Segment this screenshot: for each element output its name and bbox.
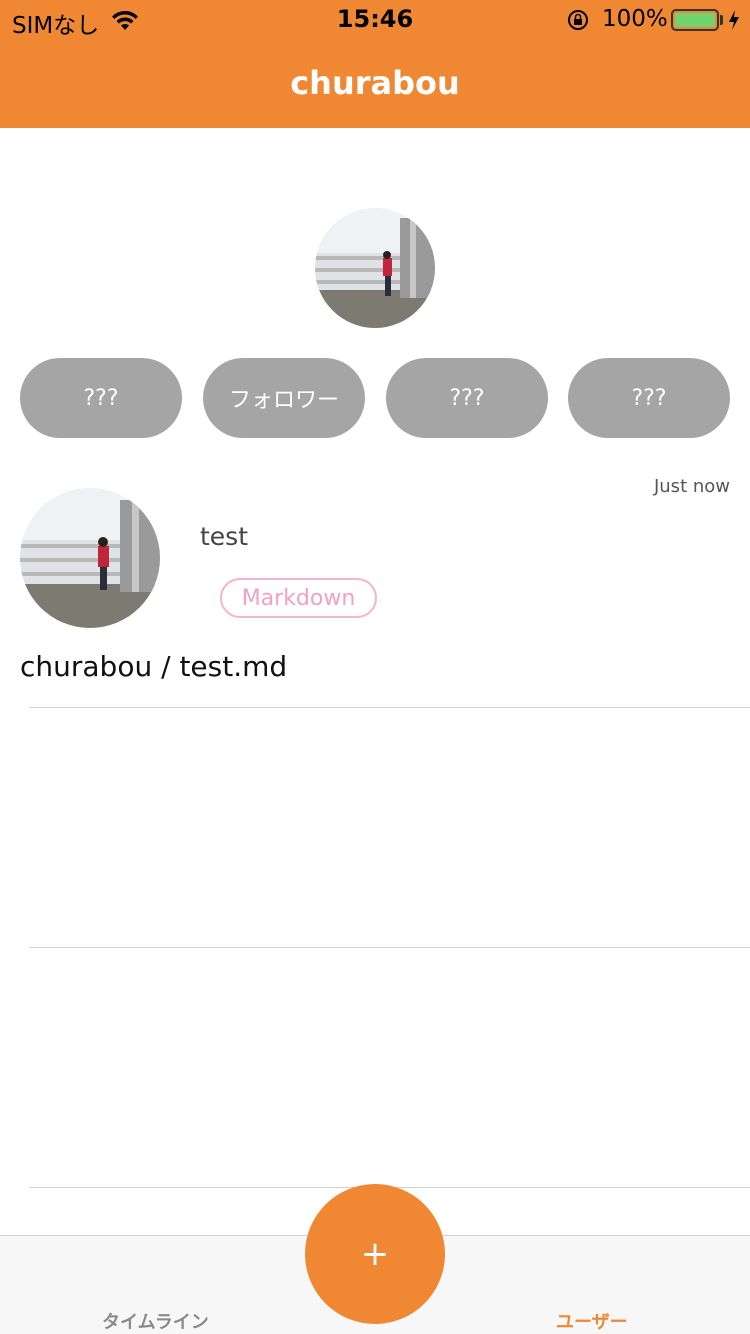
language-tag: Markdown bbox=[220, 578, 377, 618]
row-divider bbox=[30, 947, 750, 948]
tab-timeline[interactable]: タイムライン bbox=[102, 1308, 209, 1334]
stat-button-3[interactable]: ??? bbox=[386, 358, 548, 438]
plus-icon: + bbox=[360, 1234, 390, 1274]
avatar-photo bbox=[20, 488, 160, 628]
avatar-photo bbox=[315, 208, 435, 328]
tab-user[interactable]: ユーザー bbox=[556, 1308, 628, 1334]
post-file-path[interactable]: churabou / test.md bbox=[20, 650, 287, 683]
nav-header: SIMなし 15:46 100% churabou bbox=[0, 0, 750, 128]
page-title: churabou bbox=[290, 64, 460, 102]
post-avatar[interactable] bbox=[20, 488, 160, 628]
row-divider bbox=[30, 707, 750, 708]
stat-button-4[interactable]: ??? bbox=[568, 358, 730, 438]
battery-tip bbox=[720, 15, 723, 25]
charging-bolt-icon bbox=[729, 10, 739, 30]
post-title[interactable]: test bbox=[200, 522, 248, 551]
post-timestamp: Just now bbox=[653, 476, 730, 497]
battery-icon bbox=[671, 9, 719, 31]
add-post-button[interactable]: + bbox=[305, 1184, 445, 1324]
followers-button[interactable]: フォロワー bbox=[203, 358, 365, 438]
status-bar: SIMなし 15:46 100% bbox=[0, 0, 750, 40]
stat-button-1[interactable]: ??? bbox=[20, 358, 182, 438]
orientation-lock-icon bbox=[568, 10, 588, 30]
battery-percent: 100% bbox=[602, 6, 668, 32]
profile-avatar[interactable] bbox=[315, 208, 435, 328]
